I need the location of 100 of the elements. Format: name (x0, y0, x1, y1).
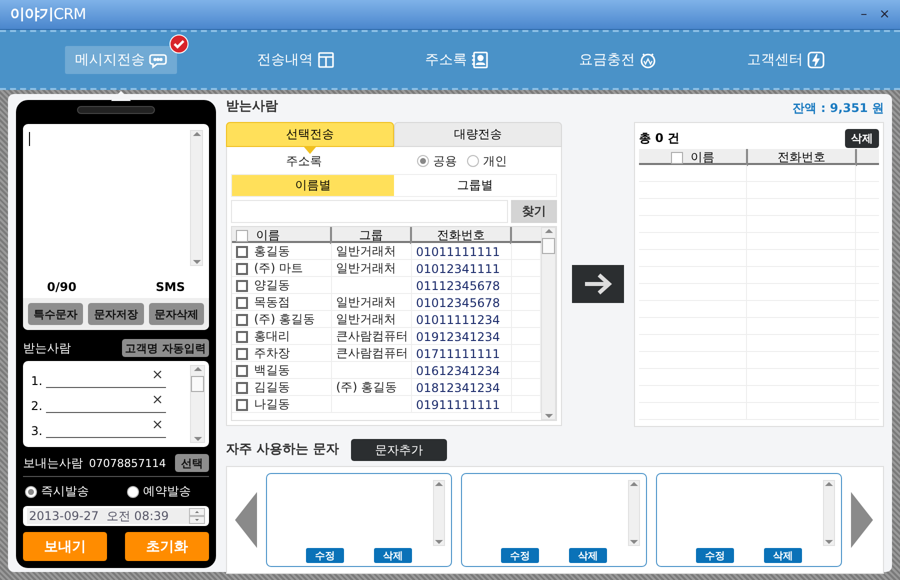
checkbox[interactable] (670, 152, 682, 164)
table-cell: 큰사람컴퓨터 (336, 345, 408, 362)
scrollbar[interactable] (541, 227, 556, 420)
minimize-button[interactable]: – (860, 8, 868, 21)
table-row[interactable]: 김길동 (주) 홍길동 01812341234 (232, 379, 541, 396)
table-row[interactable]: (주) 마트 일반거래처 01012341111 (232, 260, 541, 277)
scroll-down-icon[interactable] (192, 259, 200, 265)
table-row[interactable]: 나길동 01911111111 (232, 396, 541, 413)
character-count: 0/90 (47, 280, 76, 294)
table-cell: 01012345678 (416, 296, 500, 310)
table-row[interactable]: (주) 홍길동 일반거래처 01011111234 (232, 311, 541, 328)
scope-radio[interactable]: 공용 (417, 152, 457, 170)
checkbox[interactable] (236, 230, 248, 242)
recipient-field[interactable] (46, 370, 166, 388)
scroll-thumb[interactable] (191, 376, 204, 392)
spinner-icon[interactable] (189, 508, 205, 524)
sort-tab[interactable]: 이름별 (232, 175, 394, 196)
scroll-down-icon[interactable] (825, 539, 833, 545)
scroll-up-icon[interactable] (630, 481, 638, 487)
table-cell: (주) 홍길동 (254, 311, 316, 328)
table-cell: 목동점 (254, 294, 290, 311)
remove-icon[interactable] (153, 420, 162, 429)
auto-fill-button[interactable]: 고객명 자동입력 (122, 339, 209, 357)
scrollbar[interactable] (190, 130, 203, 266)
scroll-up-icon[interactable] (544, 228, 552, 234)
app-logo: 이야기CRM (10, 5, 86, 24)
composer-button[interactable]: 문자저장 (88, 303, 144, 325)
checkbox[interactable] (236, 364, 248, 376)
timing-radio[interactable]: 예약발송 (127, 483, 191, 500)
scroll-down-icon[interactable] (194, 436, 202, 442)
checkbox[interactable] (236, 382, 248, 394)
card-button[interactable]: 수정 (696, 548, 734, 563)
scrollbar[interactable] (628, 480, 640, 546)
table-row[interactable]: 홍대리 큰사람컴퓨터 01912341234 (232, 328, 541, 345)
remove-icon[interactable] (153, 370, 162, 379)
scroll-down-icon[interactable] (435, 539, 443, 545)
search-field[interactable] (231, 200, 508, 223)
checkbox[interactable] (236, 314, 248, 326)
add-message-button[interactable]: 문자추가 (351, 439, 448, 461)
card-button[interactable]: 수정 (501, 548, 539, 563)
table-row[interactable]: 백길동 01612341234 (232, 362, 541, 379)
send-mode-tab[interactable]: 대량전송 (394, 122, 562, 147)
recipient-field[interactable] (46, 420, 166, 438)
table-row[interactable]: 홍길동 일반거래처 01011111111 (232, 243, 541, 260)
schedule-field[interactable]: 2013-09-27 오전 08:39 (23, 506, 209, 526)
card-button[interactable]: 삭제 (764, 548, 802, 563)
column-header[interactable]: 이름 (639, 149, 748, 166)
scroll-up-icon[interactable] (194, 366, 202, 372)
search-button[interactable]: 찾기 (511, 200, 557, 223)
scroll-thumb[interactable] (542, 238, 555, 254)
delete-button[interactable]: 삭제 (845, 128, 879, 148)
select-button[interactable]: 선택 (175, 454, 209, 472)
scrollbar[interactable] (433, 480, 445, 546)
previous-arrow-icon[interactable] (235, 492, 257, 548)
scroll-up-icon[interactable] (192, 131, 200, 137)
timing-radio[interactable]: 즉시발송 (25, 483, 89, 500)
table-row[interactable]: 주차장 큰사람컴퓨터 01711111111 (232, 345, 541, 362)
close-button[interactable]: × (879, 8, 890, 21)
table-cell: 01612341234 (416, 364, 500, 378)
table-cell: 백길동 (254, 362, 290, 379)
box-icon (317, 51, 335, 69)
table-cell: 나길동 (254, 396, 290, 413)
scroll-up-icon[interactable] (435, 481, 443, 487)
checkbox[interactable] (236, 348, 248, 360)
checkbox[interactable] (236, 246, 248, 258)
send-mode-tab[interactable]: 선택전송 (226, 122, 394, 147)
card-button[interactable]: 삭제 (374, 548, 412, 563)
scroll-down-icon[interactable] (630, 539, 638, 545)
scroll-up-icon[interactable] (825, 481, 833, 487)
checkbox[interactable] (236, 280, 248, 292)
checkbox[interactable] (236, 262, 248, 274)
card-button[interactable]: 삭제 (569, 548, 607, 563)
table-cell: 주차장 (254, 345, 290, 362)
scroll-down-icon[interactable] (544, 413, 552, 419)
recipients-label: 받는사람 (23, 340, 71, 356)
table-cell: 홍길동 (254, 243, 290, 260)
card-button[interactable]: 수정 (306, 548, 344, 563)
table-row[interactable]: 목동점 일반거래처 01012345678 (232, 294, 541, 311)
add-recipient-button[interactable] (572, 264, 624, 302)
table-cell: 일반거래처 (336, 243, 396, 260)
table-cell: 01912341234 (416, 330, 500, 344)
table-cell: 01011111111 (416, 244, 500, 258)
checkbox[interactable] (236, 330, 248, 342)
table-cell: (주) 홍길동 (336, 379, 398, 396)
column-header[interactable]: 전화번호 (412, 227, 512, 244)
column-header[interactable]: 이름 (232, 227, 332, 244)
recipient-field[interactable] (46, 395, 166, 413)
checkbox[interactable] (236, 398, 248, 410)
total-count: 총 0 건 (639, 130, 680, 146)
column-header[interactable]: 그룹 (332, 227, 412, 244)
table-row[interactable]: 양길동 01112345678 (232, 277, 541, 294)
composer-button[interactable]: 문자삭제 (148, 303, 204, 325)
scrollbar[interactable] (823, 480, 835, 546)
checkbox[interactable] (236, 296, 248, 308)
column-header[interactable]: 전화번호 (748, 149, 857, 166)
scrollbar[interactable] (190, 365, 205, 443)
remove-icon[interactable] (153, 395, 162, 404)
next-arrow-icon[interactable] (851, 492, 873, 548)
scope-radio[interactable]: 개인 (467, 152, 507, 170)
composer-button[interactable]: 특수문자 (28, 303, 84, 325)
